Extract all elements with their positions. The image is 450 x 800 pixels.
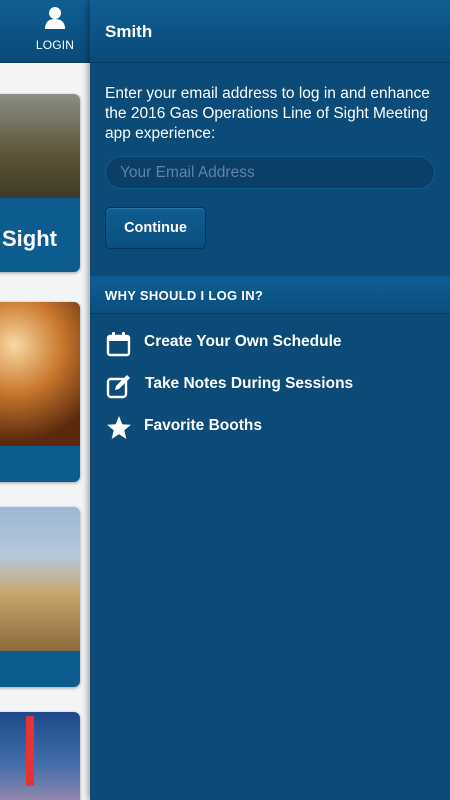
- list-item-label: Take Notes During Sessions: [145, 375, 354, 392]
- continue-button[interactable]: Continue: [105, 207, 206, 249]
- background-top-bar: LOGIN: [0, 0, 90, 63]
- section-header: WHY SHOULD I LOG IN?: [90, 276, 450, 314]
- session-card[interactable]: [0, 712, 80, 800]
- card-image: [0, 712, 80, 800]
- star-icon: [107, 416, 131, 439]
- card-image: [0, 507, 80, 651]
- calendar-icon: [106, 332, 131, 357]
- login-label: LOGIN: [35, 38, 75, 52]
- session-card[interactable]: [0, 302, 80, 482]
- login-drawer: Smith Enter your email address to log in…: [90, 0, 450, 800]
- session-card[interactable]: Sight: [0, 94, 80, 272]
- card-title: Sight: [2, 226, 57, 251]
- background-app-view: LOGIN Sight: [0, 0, 90, 800]
- session-card[interactable]: [0, 507, 80, 687]
- card-title-band: Sight: [0, 198, 80, 272]
- card-image: [0, 302, 80, 446]
- edit-icon: [106, 375, 130, 399]
- list-item: Take Notes During Sessions: [90, 368, 450, 400]
- login-instructions: Enter your email address to log in and e…: [105, 85, 430, 142]
- list-item: Favorite Booths: [90, 410, 450, 442]
- card-title-band: [0, 446, 80, 482]
- section-title: WHY SHOULD I LOG IN?: [105, 288, 264, 303]
- card-title-band: [0, 651, 80, 687]
- drawer-header: Smith: [90, 0, 450, 63]
- drawer-title: Smith: [105, 22, 153, 41]
- list-item-label: Create Your Own Schedule: [144, 333, 342, 350]
- list-item: Create Your Own Schedule: [90, 326, 450, 358]
- email-input[interactable]: [105, 156, 435, 189]
- login-button[interactable]: LOGIN: [22, 6, 88, 56]
- card-image: [0, 94, 80, 198]
- user-icon: [45, 7, 65, 29]
- list-item-label: Favorite Booths: [144, 417, 262, 434]
